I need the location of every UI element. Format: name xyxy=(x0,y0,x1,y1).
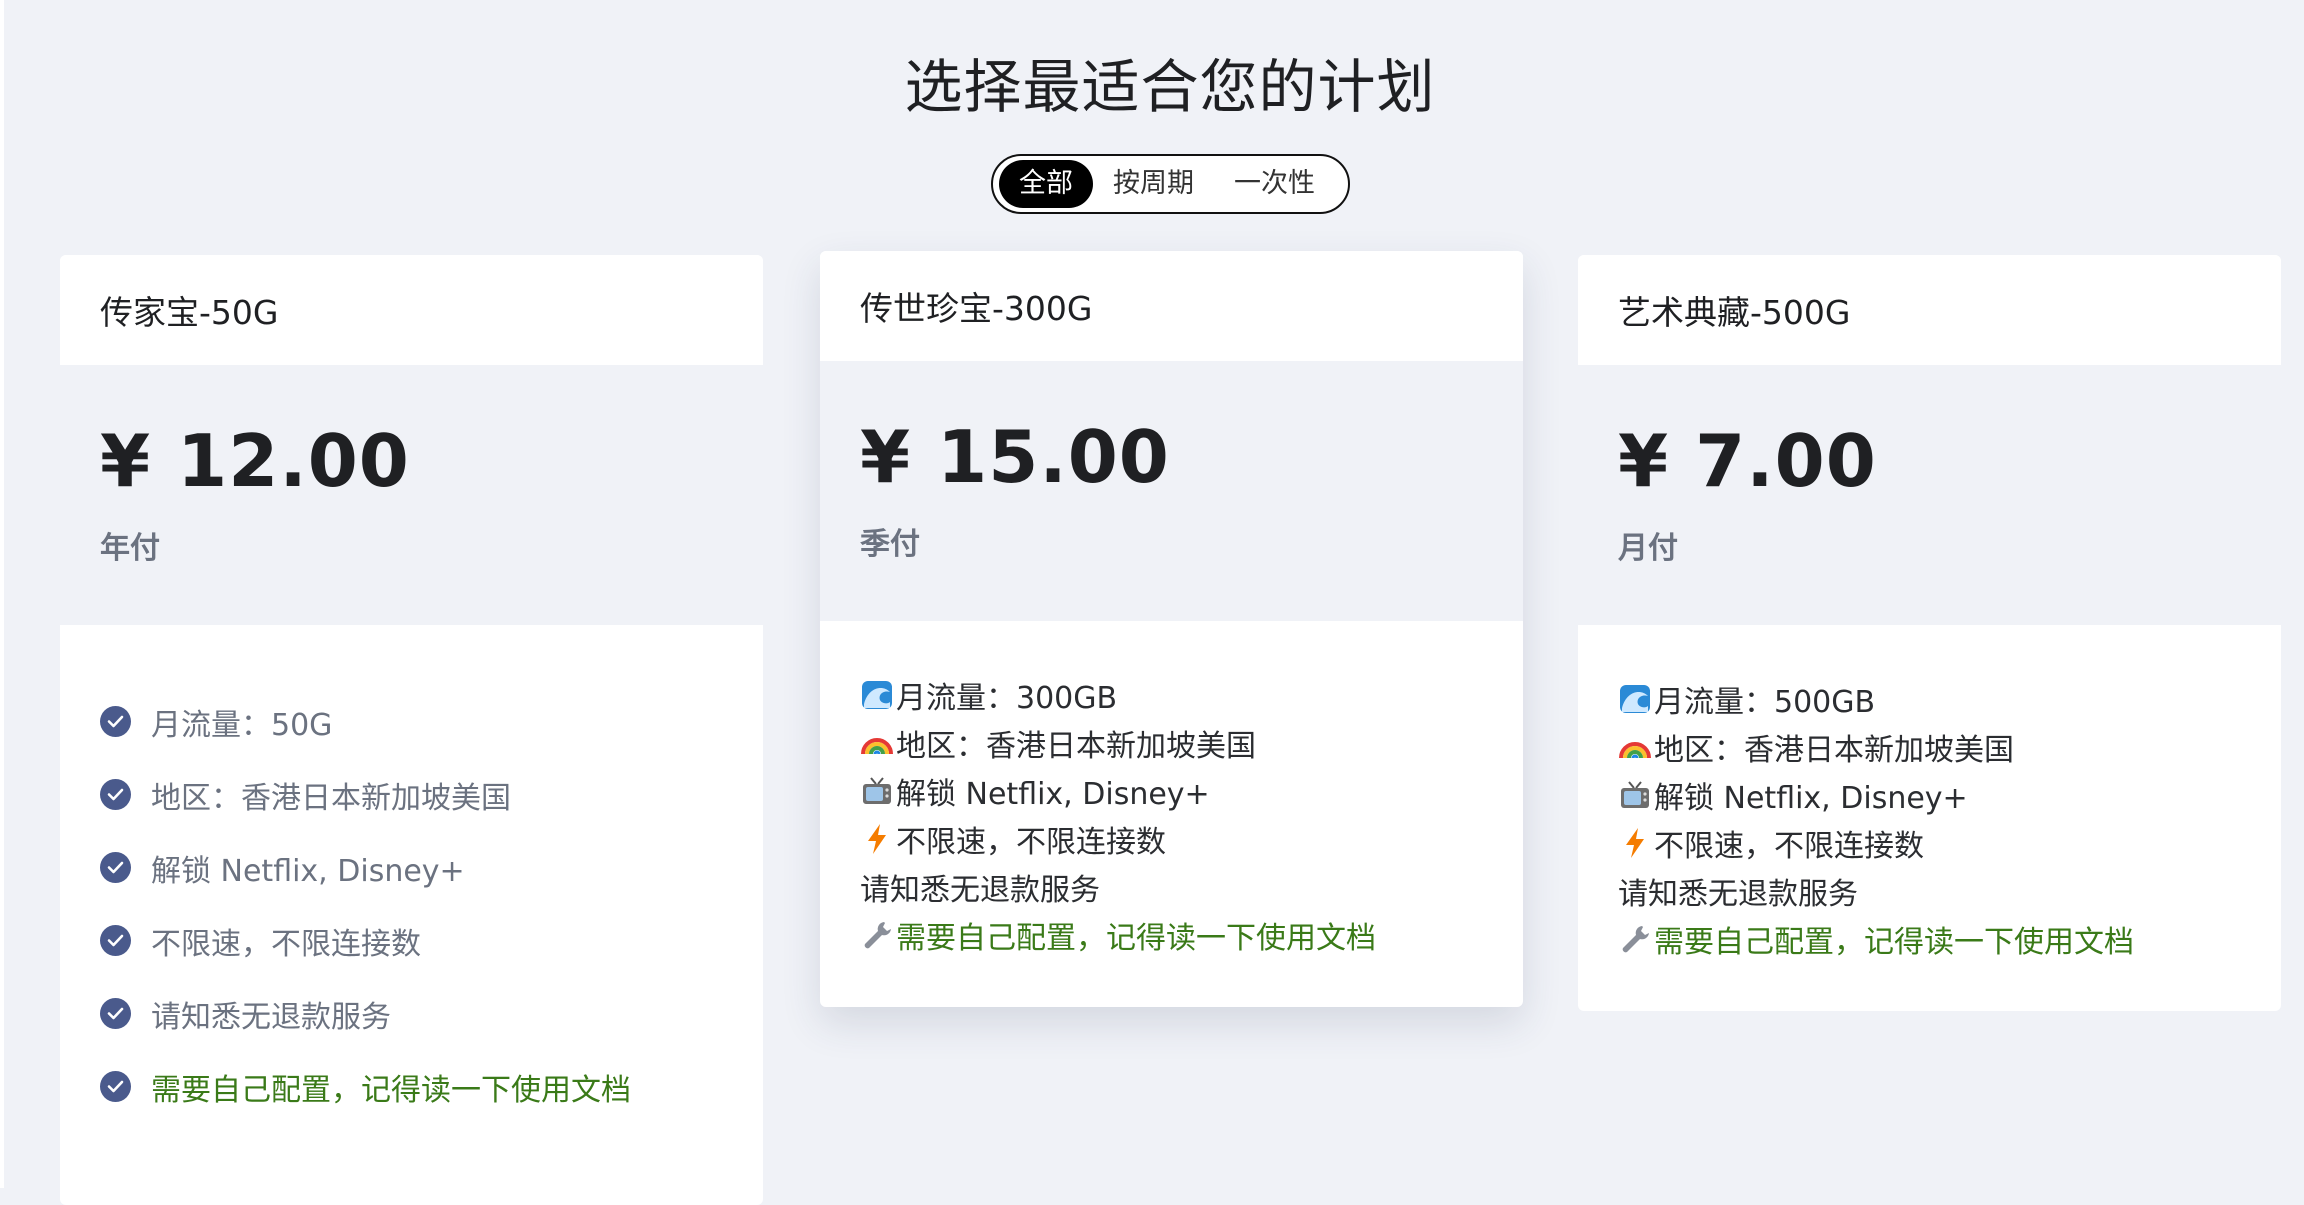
tv-icon xyxy=(1621,781,1649,808)
wrench-icon xyxy=(1622,926,1649,953)
feature-list: 月流量：300GB 地区：香港日本新加坡美国 解锁 Netflix, Disne… xyxy=(820,621,1523,999)
rainbow-icon xyxy=(861,738,893,755)
wrench-icon xyxy=(864,922,891,949)
rainbow-icon xyxy=(1619,742,1651,759)
feature-item: 不限速，不限连接数 xyxy=(860,815,1483,863)
plan-card-1[interactable]: 传家宝-50G ¥ 12.00 年付 月流量：50G 地区：香港日本新加坡美国 … xyxy=(60,255,763,1205)
feature-item: 地区：香港日本新加坡美国 xyxy=(100,758,723,831)
plan-card-2[interactable]: 传世珍宝-300G ¥ 15.00 季付 月流量：300GB 地区：香港日本新加… xyxy=(820,251,1523,1007)
check-circle-icon xyxy=(100,852,131,883)
feature-text: 月流量：300GB xyxy=(896,681,1118,716)
feature-text: 请知悉无退款服务 xyxy=(151,999,391,1035)
feature-item: 月流量：500GB xyxy=(1618,675,2241,723)
check-circle-icon xyxy=(100,706,131,737)
feature-item: 月流量：300GB xyxy=(860,671,1483,719)
feature-item: 请知悉无退款服务 xyxy=(100,977,723,1050)
feature-item: 需要自己配置，记得读一下使用文档 xyxy=(1618,915,2241,963)
plan-name: 传家宝-50G xyxy=(60,255,763,365)
price-section: ¥ 7.00 月付 xyxy=(1578,365,2281,625)
plan-filter-toggle: 全部 按周期 一次性 xyxy=(991,154,1350,214)
feature-text: 不限速，不限连接数 xyxy=(151,926,421,962)
plan-period: 月付 xyxy=(1618,531,1678,566)
feature-item: 不限速，不限连接数 xyxy=(1618,819,2241,867)
feature-text: 地区：香港日本新加坡美国 xyxy=(151,780,511,816)
feature-item: 请知悉无退款服务 xyxy=(860,863,1483,911)
check-circle-icon xyxy=(100,779,131,810)
feature-item: 月流量：50G xyxy=(100,685,723,758)
feature-text: 地区：香港日本新加坡美国 xyxy=(896,729,1256,764)
plan-period: 季付 xyxy=(860,527,920,562)
plan-price: ¥ 7.00 xyxy=(1618,419,1877,503)
feature-item: 不限速，不限连接数 xyxy=(100,904,723,977)
feature-item: 解锁 Netflix, Disney+ xyxy=(860,767,1483,815)
page-title: 选择最适合您的计划 xyxy=(904,53,1436,121)
check-circle-icon xyxy=(100,1071,131,1102)
feature-text: 月流量：500GB xyxy=(1654,685,1876,720)
feature-item: 解锁 Netflix, Disney+ xyxy=(100,831,723,904)
feature-text: 需要自己配置，记得读一下使用文档 xyxy=(1654,925,2134,960)
feature-text: 需要自己配置，记得读一下使用文档 xyxy=(151,1072,631,1108)
price-section: ¥ 15.00 季付 xyxy=(820,361,1523,621)
feature-text: 解锁 Netflix, Disney+ xyxy=(151,853,465,889)
feature-text: 解锁 Netflix, Disney+ xyxy=(896,777,1210,812)
feature-item: 请知悉无退款服务 xyxy=(1618,867,2241,915)
feature-text: 解锁 Netflix, Disney+ xyxy=(1654,781,1968,816)
page-left-edge xyxy=(0,0,4,1188)
filter-option-one-time[interactable]: 一次性 xyxy=(1214,160,1335,208)
plan-price: ¥ 15.00 xyxy=(860,415,1170,499)
feature-text: 月流量：50G xyxy=(151,707,333,743)
check-circle-icon xyxy=(100,925,131,956)
plan-price: ¥ 12.00 xyxy=(100,419,410,503)
feature-text: 地区：香港日本新加坡美国 xyxy=(1654,733,2014,768)
plan-period: 年付 xyxy=(100,531,160,566)
check-circle-icon xyxy=(100,998,131,1029)
plan-card-3[interactable]: 艺术典藏-500G ¥ 7.00 月付 月流量：500GB 地区：香港日本新加坡… xyxy=(1578,255,2281,1011)
lightning-icon xyxy=(1626,828,1644,858)
feature-text: 请知悉无退款服务 xyxy=(860,873,1100,908)
feature-item: 地区：香港日本新加坡美国 xyxy=(860,719,1483,767)
plan-name: 传世珍宝-300G xyxy=(820,251,1523,361)
filter-option-periodic[interactable]: 按周期 xyxy=(1093,160,1214,208)
feature-item: 解锁 Netflix, Disney+ xyxy=(1618,771,2241,819)
filter-option-all[interactable]: 全部 xyxy=(999,160,1093,208)
price-section: ¥ 12.00 年付 xyxy=(60,365,763,625)
feature-text: 请知悉无退款服务 xyxy=(1618,877,1858,912)
feature-text: 不限速，不限连接数 xyxy=(1654,829,1924,864)
feature-item: 需要自己配置，记得读一下使用文档 xyxy=(100,1050,723,1123)
tv-icon xyxy=(863,777,891,804)
feature-item: 地区：香港日本新加坡美国 xyxy=(1618,723,2241,771)
feature-text: 不限速，不限连接数 xyxy=(896,825,1166,860)
wave-icon xyxy=(862,681,892,709)
feature-item: 需要自己配置，记得读一下使用文档 xyxy=(860,911,1483,959)
feature-list: 月流量：500GB 地区：香港日本新加坡美国 解锁 Netflix, Disne… xyxy=(1578,625,2281,1003)
feature-text: 需要自己配置，记得读一下使用文档 xyxy=(896,921,1376,956)
plan-name: 艺术典藏-500G xyxy=(1578,255,2281,365)
lightning-icon xyxy=(868,824,886,854)
wave-icon xyxy=(1620,685,1650,713)
feature-list: 月流量：50G 地区：香港日本新加坡美国 解锁 Netflix, Disney+… xyxy=(60,625,763,1123)
